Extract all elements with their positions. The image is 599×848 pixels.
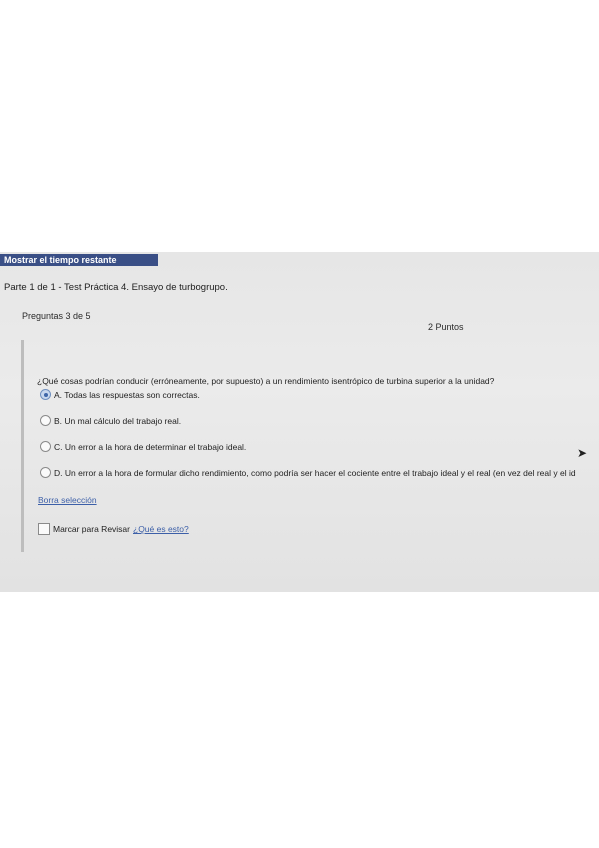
- option-d[interactable]: D. Un error a la hora de formular dicho …: [40, 467, 576, 478]
- timer-toggle-button[interactable]: Mostrar el tiempo restante: [0, 254, 158, 266]
- screenshot-photo: Mostrar el tiempo restante Parte 1 de 1 …: [0, 252, 599, 592]
- radio-selected-icon[interactable]: [40, 389, 51, 400]
- checkbox-icon[interactable]: [38, 523, 50, 535]
- option-c[interactable]: C. Un error a la hora de determinar el t…: [40, 441, 246, 452]
- mouse-cursor-icon: ➤: [577, 446, 588, 460]
- mark-for-review[interactable]: Marcar para Revisar ¿Qué es esto?: [38, 523, 189, 535]
- radio-icon[interactable]: [40, 467, 51, 478]
- help-link[interactable]: ¿Qué es esto?: [133, 524, 189, 534]
- question-counter: Preguntas 3 de 5: [22, 311, 91, 321]
- clear-selection-link[interactable]: Borra selección: [38, 495, 97, 505]
- option-d-label: D. Un error a la hora de formular dicho …: [54, 467, 576, 478]
- question-text: ¿Qué cosas podrían conducir (erróneament…: [37, 376, 495, 386]
- radio-icon[interactable]: [40, 415, 51, 426]
- option-c-label: C. Un error a la hora de determinar el t…: [54, 441, 247, 452]
- radio-icon[interactable]: [40, 441, 51, 452]
- option-a[interactable]: A. Todas las respuestas son correctas.: [40, 389, 200, 400]
- option-b-label: B. Un mal cálculo del trabajo real.: [54, 415, 182, 426]
- option-a-label: A. Todas las respuestas son correctas.: [54, 389, 200, 400]
- mark-review-label: Marcar para Revisar: [53, 524, 130, 534]
- option-b[interactable]: B. Un mal cálculo del trabajo real.: [40, 415, 181, 426]
- part-title: Parte 1 de 1 - Test Práctica 4. Ensayo d…: [4, 282, 228, 293]
- question-points: 2 Puntos: [428, 322, 464, 332]
